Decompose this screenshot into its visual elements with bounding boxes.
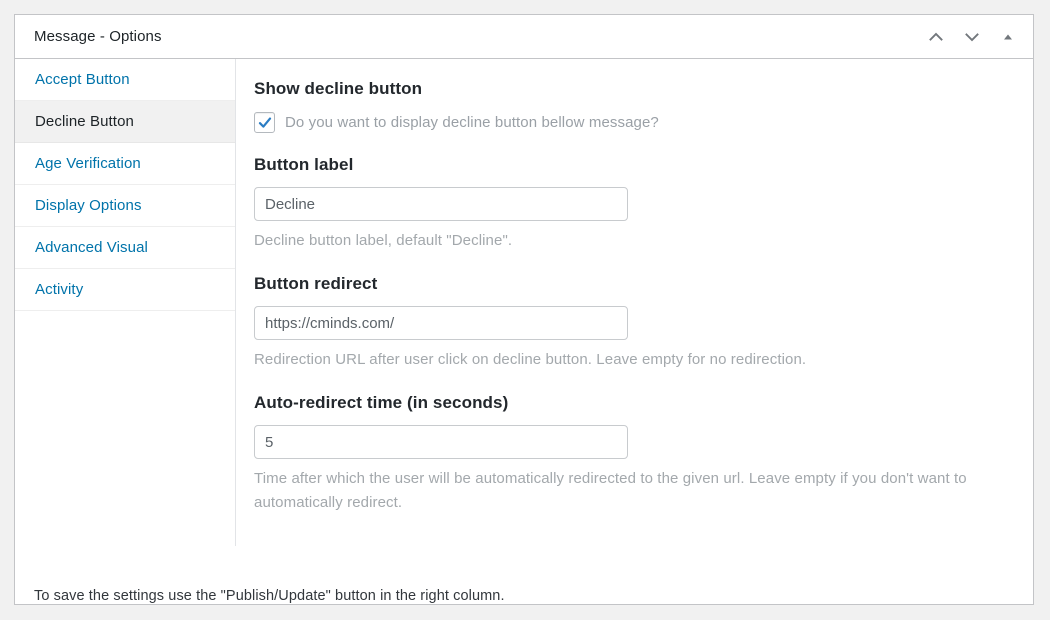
sidebar-item-accept-button[interactable]: Accept Button [15, 59, 235, 101]
sidebar-item-label: Decline Button [35, 113, 134, 130]
move-up-icon[interactable] [921, 22, 951, 52]
metabox-header: Message - Options [15, 15, 1033, 59]
show-decline-field: Do you want to display decline button be… [254, 112, 1011, 133]
button-label-input[interactable] [254, 187, 628, 221]
sidebar-item-label: Activity [35, 281, 84, 298]
check-icon [258, 117, 271, 128]
sidebar-item-decline-button[interactable]: Decline Button [15, 101, 235, 143]
sidebar-item-label: Display Options [35, 197, 142, 214]
button-redirect-description: Redirection URL after user click on decl… [254, 351, 807, 368]
button-redirect-input[interactable] [254, 306, 628, 340]
sidebar-item-advanced-visual[interactable]: Advanced Visual [15, 227, 235, 269]
show-decline-heading: Show decline button [254, 79, 423, 98]
metabox-header-actions [921, 22, 1023, 52]
metabox-body: Accept Button Decline Button Age Verific… [15, 59, 1033, 574]
button-label-heading: Button label [254, 155, 354, 174]
sidebar-item-age-verification[interactable]: Age Verification [15, 143, 235, 185]
sidebar-item-label: Advanced Visual [35, 239, 148, 256]
sidebar-item-activity[interactable]: Activity [15, 269, 235, 311]
show-decline-checkbox[interactable] [254, 112, 275, 133]
sidebar-item-display-options[interactable]: Display Options [15, 185, 235, 227]
save-hint: To save the settings use the "Publish/Up… [34, 588, 505, 604]
show-decline-checkbox-label: Do you want to display decline button be… [285, 114, 659, 131]
button-label-description: Decline button label, default "Decline". [254, 232, 513, 249]
message-options-metabox: Message - Options Accept Button Decline … [14, 14, 1034, 605]
options-sidebar: Accept Button Decline Button Age Verific… [15, 59, 236, 546]
auto-redirect-time-description: Time after which the user will be automa… [254, 470, 967, 511]
auto-redirect-time-input[interactable] [254, 425, 628, 459]
auto-redirect-time-heading: Auto-redirect time (in seconds) [254, 393, 509, 412]
sidebar-item-label: Age Verification [35, 155, 141, 172]
options-content: Show decline button Do you want to displ… [236, 59, 1033, 574]
button-redirect-heading: Button redirect [254, 274, 378, 293]
page-title: Message - Options [34, 28, 162, 45]
toggle-panel-icon[interactable] [993, 22, 1023, 52]
move-down-icon[interactable] [957, 22, 987, 52]
sidebar-item-label: Accept Button [35, 71, 130, 88]
